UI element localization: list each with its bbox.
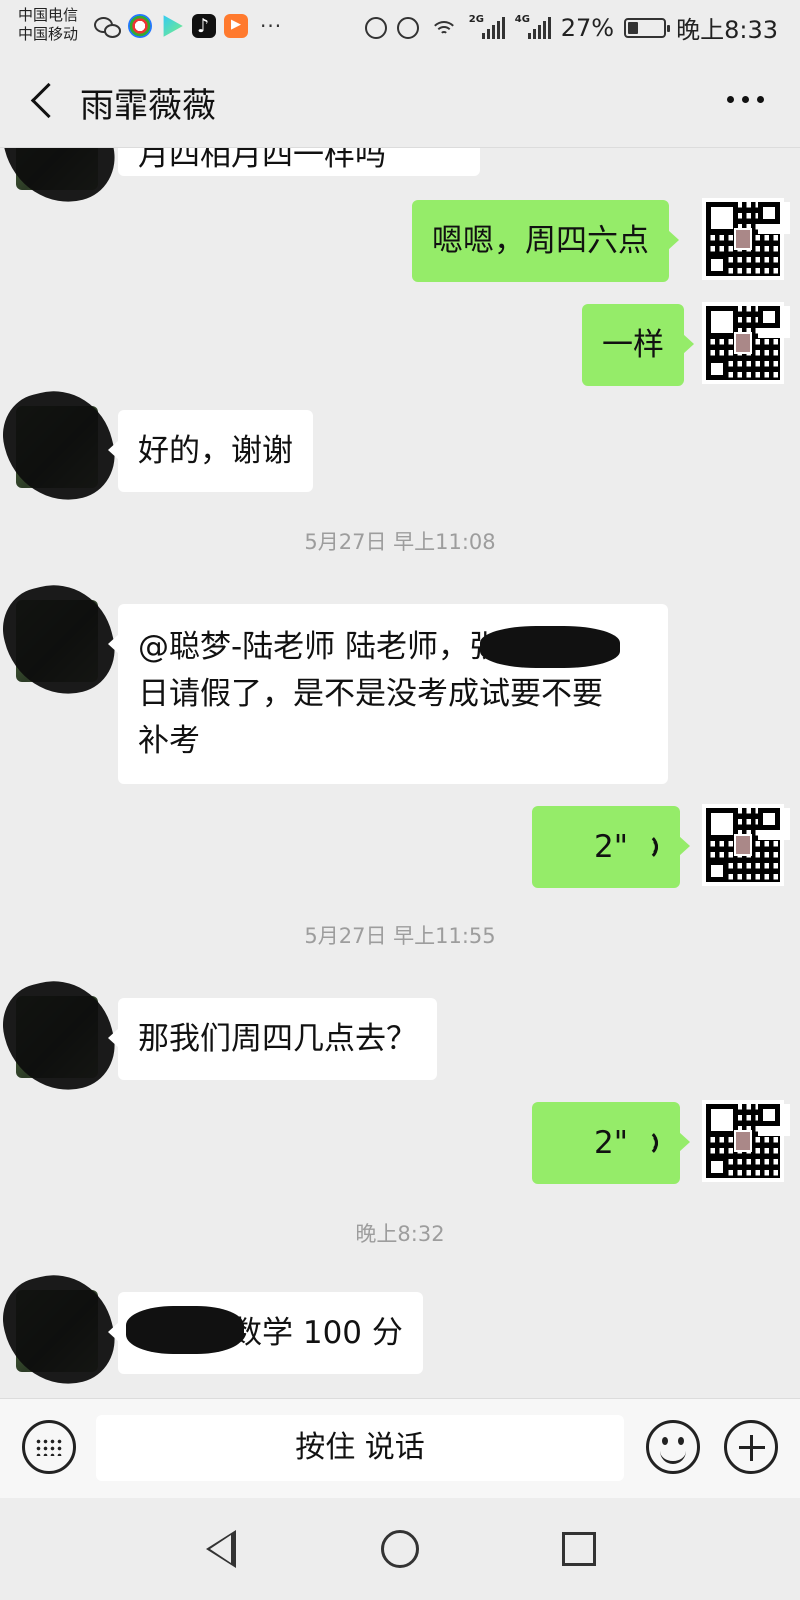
system-recents-button[interactable] [562, 1532, 596, 1566]
system-status: 2G 4G 27% 晚上8:33 [364, 10, 778, 45]
outgoing-message[interactable]: 一样 [582, 304, 694, 386]
network-type-1: 2G [468, 13, 484, 25]
timestamp: 5月27日 早上11:08 [304, 530, 496, 554]
signal-2g-icon: 2G [468, 13, 505, 39]
network-type-2: 4G [514, 13, 530, 25]
redaction-mark [480, 626, 620, 668]
more-button[interactable] [727, 96, 764, 103]
keyboard-icon [35, 1438, 63, 1456]
my-avatar[interactable] [702, 804, 784, 886]
incoming-message[interactable]: 张怡慧数学 100 分 [108, 1292, 423, 1374]
voice-message[interactable]: 2" [532, 1102, 690, 1184]
app-notification-icon [128, 14, 152, 38]
carrier-1: 中国电信 [18, 6, 79, 24]
video-app-icon [163, 15, 183, 37]
battery-icon [624, 17, 671, 38]
message-line: 日请假了，是不是没考成试要不要 [138, 676, 603, 712]
contact-avatar[interactable] [0, 968, 124, 1104]
carrier-2: 中国移动 [18, 25, 79, 43]
voice-message[interactable]: 2" [532, 806, 690, 888]
message-text: 嗯嗯，周四六点 [432, 223, 649, 259]
message-text: 月四相月四一样吗 [138, 148, 386, 173]
battery-percent: 27% [560, 13, 615, 42]
message-line: 补考 [138, 723, 200, 759]
message-text: 好的，谢谢 [138, 433, 293, 469]
signal-4g-icon: 4G [514, 13, 551, 39]
input-bar: 按住 说话 [0, 1398, 800, 1498]
contact-avatar[interactable] [0, 1262, 124, 1398]
more-dots-icon [727, 96, 734, 103]
timestamp: 晚上8:32 [355, 1222, 445, 1246]
message-text: 那我们周四几点去？ [138, 1021, 417, 1057]
message-text: 一样 [602, 327, 664, 363]
video-player-icon [224, 14, 248, 38]
contact-avatar[interactable] [0, 572, 124, 708]
timestamp: 5月27日 早上11:55 [304, 924, 496, 948]
my-avatar[interactable] [702, 1100, 784, 1182]
voice-wave-icon [636, 832, 658, 862]
incoming-message[interactable]: 好的，谢谢 [108, 410, 313, 492]
chat-message-list[interactable]: 月四相月四一样吗 嗯嗯，周四六点 一样 好的，谢谢 5月27日 早上11:08 … [0, 148, 800, 1398]
voice-duration: 2" [594, 1125, 628, 1161]
my-avatar[interactable] [702, 198, 784, 280]
system-home-button[interactable] [381, 1530, 419, 1568]
incoming-message[interactable]: @聪梦-陆老师 陆老师，张怡慧周 日请假了，是不是没考成试要不要 补考 [108, 604, 668, 784]
system-navigation-bar [0, 1498, 800, 1600]
incoming-message[interactable]: 那我们周四几点去？ [108, 998, 437, 1080]
wechat-icon [94, 15, 121, 38]
contact-avatar[interactable] [0, 378, 124, 514]
contact-avatar[interactable] [0, 148, 124, 216]
keyboard-toggle-button[interactable] [22, 1420, 76, 1474]
data-saver-icon [364, 16, 387, 39]
clock: 晚上8:33 [676, 16, 778, 44]
notification-icons: ··· [94, 14, 282, 38]
emoji-button[interactable] [646, 1420, 700, 1474]
voice-wave-icon [636, 1128, 658, 1158]
more-notifications-icon: ··· [260, 14, 283, 38]
incoming-message[interactable]: 月四相月四一样吗 [118, 148, 480, 176]
my-avatar[interactable] [702, 302, 784, 384]
back-button[interactable] [30, 84, 52, 120]
voice-duration: 2" [594, 829, 628, 865]
tiktok-icon [192, 14, 216, 38]
wifi-icon [429, 17, 459, 39]
redaction-mark [126, 1306, 244, 1354]
chat-title: 雨霏薇薇 [80, 86, 216, 126]
carrier-names: 中国电信 中国移动 [18, 6, 78, 44]
chat-header: 雨霏薇薇 [0, 52, 800, 148]
hold-to-talk-button[interactable]: 按住 说话 [96, 1415, 624, 1481]
system-back-button[interactable] [206, 1530, 236, 1568]
alarm-icon [396, 16, 419, 39]
outgoing-message[interactable]: 嗯嗯，周四六点 [412, 200, 679, 282]
more-functions-button[interactable] [724, 1420, 778, 1474]
status-bar: 中国电信 中国移动 ··· 2G 4G 27% 晚上8:33 [0, 0, 800, 52]
